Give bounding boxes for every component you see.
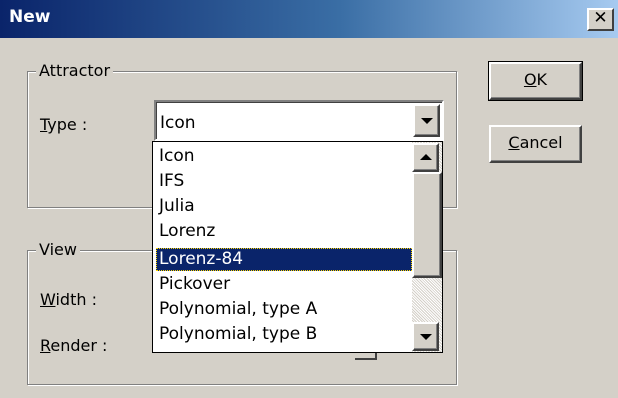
type-combobox-value: Icon	[160, 113, 196, 133]
scroll-down-button[interactable]	[412, 322, 439, 351]
dropdown-scrollbar-thumb[interactable]	[412, 172, 442, 278]
attractor-legend: Attractor	[36, 62, 114, 80]
type-label: Type :	[40, 115, 88, 134]
list-item[interactable]: Lorenz	[156, 220, 412, 243]
close-button[interactable]: ✕	[587, 8, 614, 31]
scroll-up-icon	[420, 154, 432, 160]
list-item[interactable]: Polynomial, type A	[156, 298, 412, 321]
cancel-button[interactable]: Cancel	[489, 125, 582, 163]
scroll-down-icon	[420, 334, 432, 340]
list-item[interactable]: Icon	[156, 145, 412, 168]
list-item[interactable]: Pickover	[156, 273, 412, 296]
render-select-fragment[interactable]	[355, 352, 377, 360]
list-item[interactable]: Polynomial, type B	[156, 323, 412, 346]
type-combobox[interactable]	[154, 100, 444, 141]
close-icon: ✕	[593, 8, 608, 28]
type-dropdown-list[interactable]: Icon IFS Julia Lorenz Lorenz-84 Pickover…	[152, 141, 443, 353]
chevron-down-icon	[421, 118, 433, 124]
title-bar[interactable]	[0, 0, 618, 38]
window-title: New	[9, 7, 51, 27]
scroll-up-button[interactable]	[412, 143, 439, 172]
list-item-selected[interactable]: Lorenz-84	[156, 248, 412, 271]
ok-button[interactable]: OK	[488, 61, 583, 101]
render-label: Render :	[40, 336, 108, 355]
view-legend: View	[36, 241, 80, 259]
type-combobox-arrow[interactable]	[413, 104, 440, 137]
width-label: Width :	[40, 290, 97, 309]
list-item[interactable]: Julia	[156, 195, 412, 218]
list-item[interactable]: IFS	[156, 170, 412, 193]
